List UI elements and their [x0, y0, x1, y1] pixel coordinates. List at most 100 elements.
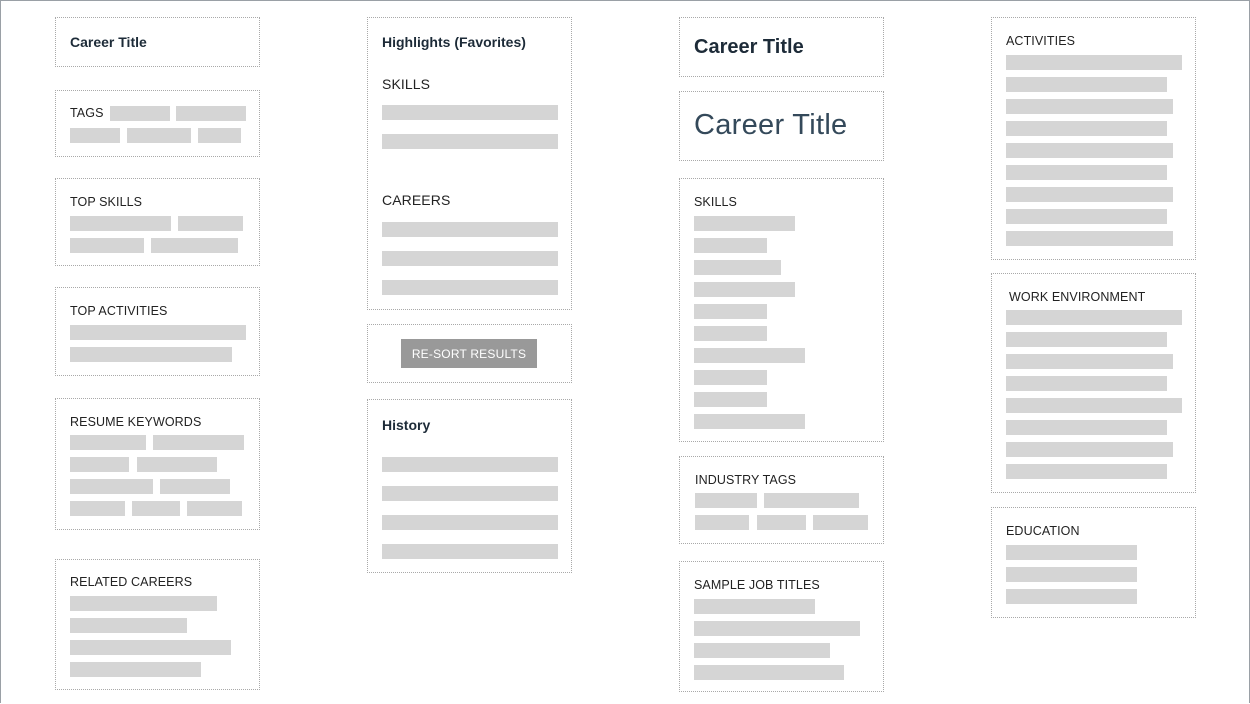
education-placeholder: [1006, 589, 1137, 604]
industry-tag-placeholder[interactable]: [695, 493, 757, 508]
job-title-placeholder: [694, 665, 844, 680]
history-item-placeholder[interactable]: [382, 544, 558, 559]
skill-placeholder: [694, 238, 767, 253]
history-title: History: [382, 417, 431, 433]
resume-keywords-card: RESUME KEYWORDS: [55, 398, 260, 530]
activity-placeholder: [70, 325, 246, 340]
skill-placeholder: [694, 216, 795, 231]
job-title-placeholder: [694, 643, 830, 658]
keyword-placeholder: [137, 457, 217, 472]
education-label: EDUCATION: [1006, 524, 1080, 538]
tags-card: TAGS: [55, 90, 260, 157]
highlights-careers-label: CAREERS: [382, 192, 451, 208]
skill-placeholder: [694, 304, 767, 319]
keyword-placeholder: [132, 501, 180, 516]
activity-placeholder: [1006, 187, 1173, 202]
education-placeholder: [1006, 567, 1137, 582]
work-environment-placeholder: [1006, 420, 1167, 435]
resort-results-button[interactable]: RE-SORT RESULTS: [401, 339, 537, 368]
skill-placeholder: [694, 348, 805, 363]
history-item-placeholder[interactable]: [382, 515, 558, 530]
work-environment-placeholder: [1006, 376, 1167, 391]
related-career-placeholder[interactable]: [70, 596, 217, 611]
keyword-placeholder: [153, 435, 244, 450]
career-title-medium: Career Title: [694, 36, 804, 58]
education-card: EDUCATION: [991, 507, 1196, 618]
industry-tag-placeholder[interactable]: [764, 493, 859, 508]
work-environment-placeholder: [1006, 354, 1173, 369]
industry-tag-placeholder[interactable]: [813, 515, 868, 530]
work-environment-placeholder: [1006, 464, 1167, 479]
tag-placeholder[interactable]: [70, 128, 120, 143]
skill-placeholder: [694, 260, 781, 275]
activity-placeholder: [1006, 77, 1167, 92]
career-title: Career Title: [70, 34, 147, 50]
activity-placeholder: [1006, 143, 1173, 158]
tag-placeholder[interactable]: [127, 128, 191, 143]
favorite-skill-placeholder[interactable]: [382, 134, 558, 149]
work-environment-placeholder: [1006, 398, 1182, 413]
keyword-placeholder: [70, 479, 153, 494]
work-environment-placeholder: [1006, 332, 1167, 347]
favorite-skill-placeholder[interactable]: [382, 105, 558, 120]
keyword-placeholder: [70, 457, 129, 472]
activities-label: ACTIVITIES: [1006, 34, 1076, 48]
resort-card: RE-SORT RESULTS: [367, 324, 572, 383]
history-item-placeholder[interactable]: [382, 486, 558, 501]
skill-placeholder: [694, 326, 767, 341]
work-environment-card: WORK ENVIRONMENT: [991, 273, 1196, 493]
career-title-large-card: Career Title: [679, 91, 884, 161]
skill-placeholder: [70, 238, 144, 253]
sample-job-titles-card: SAMPLE JOB TITLES: [679, 561, 884, 692]
skill-placeholder: [151, 238, 238, 253]
sample-job-titles-label: SAMPLE JOB TITLES: [694, 578, 820, 592]
tags-label: TAGS: [70, 106, 104, 120]
industry-tag-placeholder[interactable]: [757, 515, 806, 530]
education-placeholder: [1006, 545, 1137, 560]
favorite-career-placeholder[interactable]: [382, 280, 558, 295]
keyword-placeholder: [70, 435, 146, 450]
industry-tag-placeholder[interactable]: [695, 515, 749, 530]
related-career-placeholder[interactable]: [70, 640, 231, 655]
activity-placeholder: [1006, 209, 1167, 224]
activity-placeholder: [1006, 55, 1182, 70]
related-career-placeholder[interactable]: [70, 618, 187, 633]
resume-keywords-label: RESUME KEYWORDS: [70, 415, 202, 429]
skill-placeholder: [694, 282, 795, 297]
top-activities-label: TOP ACTIVITIES: [70, 304, 168, 318]
top-skills-label: TOP SKILLS: [70, 195, 143, 209]
skills-card: SKILLS: [679, 178, 884, 442]
favorite-career-placeholder[interactable]: [382, 251, 558, 266]
top-skills-card: TOP SKILLS: [55, 178, 260, 266]
career-title-large: Career Title: [694, 109, 848, 141]
tag-placeholder[interactable]: [176, 106, 246, 121]
keyword-placeholder: [160, 479, 230, 494]
skill-placeholder: [694, 414, 805, 429]
skill-placeholder: [178, 216, 243, 231]
keyword-placeholder: [187, 501, 242, 516]
tag-placeholder[interactable]: [198, 128, 241, 143]
activity-placeholder: [1006, 165, 1167, 180]
related-career-placeholder[interactable]: [70, 662, 201, 677]
favorite-career-placeholder[interactable]: [382, 222, 558, 237]
history-item-placeholder[interactable]: [382, 457, 558, 472]
tag-placeholder[interactable]: [110, 106, 170, 121]
history-card: History: [367, 399, 572, 573]
skill-placeholder: [70, 216, 171, 231]
career-title-card[interactable]: Career Title: [55, 17, 260, 67]
industry-tags-card: INDUSTRY TAGS: [679, 456, 884, 544]
related-careers-label: RELATED CAREERS: [70, 575, 193, 589]
career-title-medium-card: Career Title: [679, 17, 884, 77]
highlights-skills-label: SKILLS: [382, 76, 431, 92]
work-environment-placeholder: [1006, 310, 1182, 325]
industry-tags-label: INDUSTRY TAGS: [695, 473, 797, 487]
job-title-placeholder: [694, 621, 860, 636]
highlights-card: Highlights (Favorites) SKILLS CAREERS: [367, 17, 572, 310]
activity-placeholder: [70, 347, 232, 362]
work-environment-label: WORK ENVIRONMENT: [1009, 290, 1146, 304]
skill-placeholder: [694, 392, 767, 407]
skills-label: SKILLS: [694, 195, 737, 209]
activity-placeholder: [1006, 231, 1173, 246]
keyword-placeholder: [70, 501, 125, 516]
top-activities-card: TOP ACTIVITIES: [55, 287, 260, 376]
